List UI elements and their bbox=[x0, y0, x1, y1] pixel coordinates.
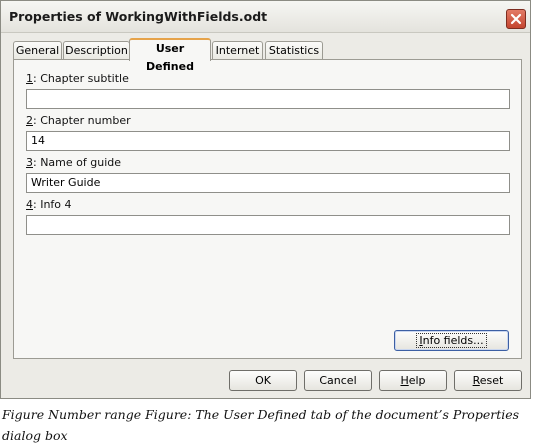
user-defined-panel: 1: Chapter subtitle 2: Chapter number 14… bbox=[13, 59, 522, 359]
close-icon bbox=[510, 13, 522, 25]
field-3-label: 3: Name of guide bbox=[26, 156, 122, 169]
properties-dialog: Properties of WorkingWithFields.odt Gene… bbox=[0, 0, 531, 399]
close-button[interactable] bbox=[506, 9, 526, 29]
tab-user-defined[interactable]: User Defined bbox=[129, 38, 211, 73]
chapter-subtitle-input[interactable] bbox=[26, 89, 510, 109]
figure-caption: Figure Number range Figure: The User Def… bbox=[2, 407, 520, 443]
tab-statistics[interactable]: Statistics bbox=[265, 41, 323, 60]
tab-description[interactable]: Description bbox=[63, 41, 130, 60]
tab-general[interactable]: General bbox=[13, 41, 62, 60]
chapter-number-input[interactable]: 14 bbox=[26, 131, 510, 151]
title-bar[interactable]: Properties of WorkingWithFields.odt bbox=[1, 1, 530, 33]
help-button[interactable]: Help bbox=[379, 370, 447, 391]
field-2-label: 2: Chapter number bbox=[26, 114, 131, 127]
info-fields-button[interactable]: Info fields... bbox=[394, 330, 509, 351]
field-1-label: 1: Chapter subtitle bbox=[26, 72, 129, 85]
tab-internet[interactable]: Internet bbox=[212, 41, 263, 60]
info-4-input[interactable] bbox=[26, 215, 510, 235]
field-4-label: 4: Info 4 bbox=[26, 198, 72, 211]
cancel-button[interactable]: Cancel bbox=[304, 370, 372, 391]
reset-button[interactable]: Reset bbox=[454, 370, 522, 391]
dialog-title: Properties of WorkingWithFields.odt bbox=[9, 9, 268, 24]
ok-button[interactable]: OK bbox=[229, 370, 297, 391]
name-of-guide-input[interactable]: Writer Guide bbox=[26, 173, 510, 193]
